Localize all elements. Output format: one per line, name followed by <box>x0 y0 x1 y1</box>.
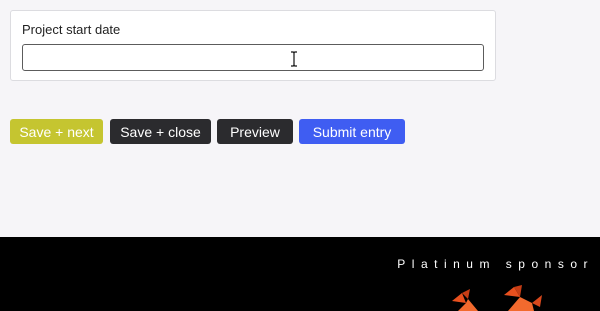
sponsor-heading: Platinum sponsor <box>397 257 594 271</box>
date-field-card: Project start date <box>10 10 496 81</box>
save-next-button[interactable]: Save + next <box>10 119 103 144</box>
submit-entry-button[interactable]: Submit entry <box>299 119 405 144</box>
save-close-button[interactable]: Save + close <box>110 119 211 144</box>
preview-button[interactable]: Preview <box>217 119 293 144</box>
origami-bird-logo-icon[interactable] <box>448 283 548 311</box>
project-start-date-input[interactable] <box>22 44 484 71</box>
project-start-date-label: Project start date <box>22 22 121 37</box>
entry-form-page: Project start date Save + next Save + cl… <box>0 0 600 311</box>
sponsor-band: Platinum sponsor <box>0 237 600 311</box>
